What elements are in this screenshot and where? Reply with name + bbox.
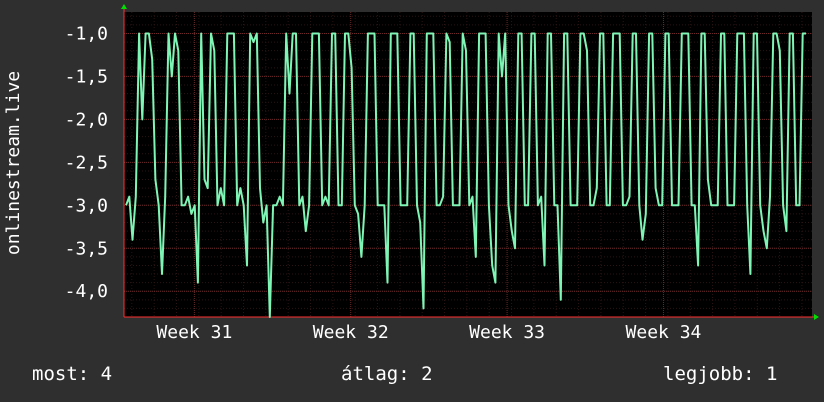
y-tick-labels: -1,0 -1,5 -2,0 -2,5 -3,0 -3,5 -4,0 bbox=[65, 23, 108, 302]
y-tick-label: -3,0 bbox=[65, 195, 108, 216]
footer-best: legjobb: 1 bbox=[663, 363, 778, 385]
y-tick-label: -1,0 bbox=[65, 23, 108, 44]
y-tick-label: -1,5 bbox=[65, 66, 108, 87]
y-axis-arrow bbox=[121, 4, 127, 9]
x-tick-label: Week 34 bbox=[626, 322, 702, 343]
x-axis-arrow bbox=[814, 314, 819, 320]
x-tick-label: Week 31 bbox=[156, 322, 232, 343]
y-tick-label: -3,5 bbox=[65, 238, 108, 259]
y-tick-label: -2,0 bbox=[65, 109, 108, 130]
x-tick-labels: Week 31 Week 32 Week 33 Week 34 bbox=[156, 322, 701, 343]
x-tick-label: Week 33 bbox=[469, 322, 545, 343]
y-axis-label: onlinestream.live bbox=[3, 71, 24, 255]
x-tick-label: Week 32 bbox=[313, 322, 389, 343]
chart: -1,0-1,5-2,0-2,5-3,0-3,5-4,0 Week 31 Week… bbox=[3, 4, 819, 343]
footer-now: most: 4 bbox=[32, 363, 113, 385]
y-tick-label: -4,0 bbox=[65, 281, 108, 302]
y-tick-label: -2,5 bbox=[65, 152, 108, 173]
footer-avg: átlag: 2 bbox=[341, 363, 433, 385]
